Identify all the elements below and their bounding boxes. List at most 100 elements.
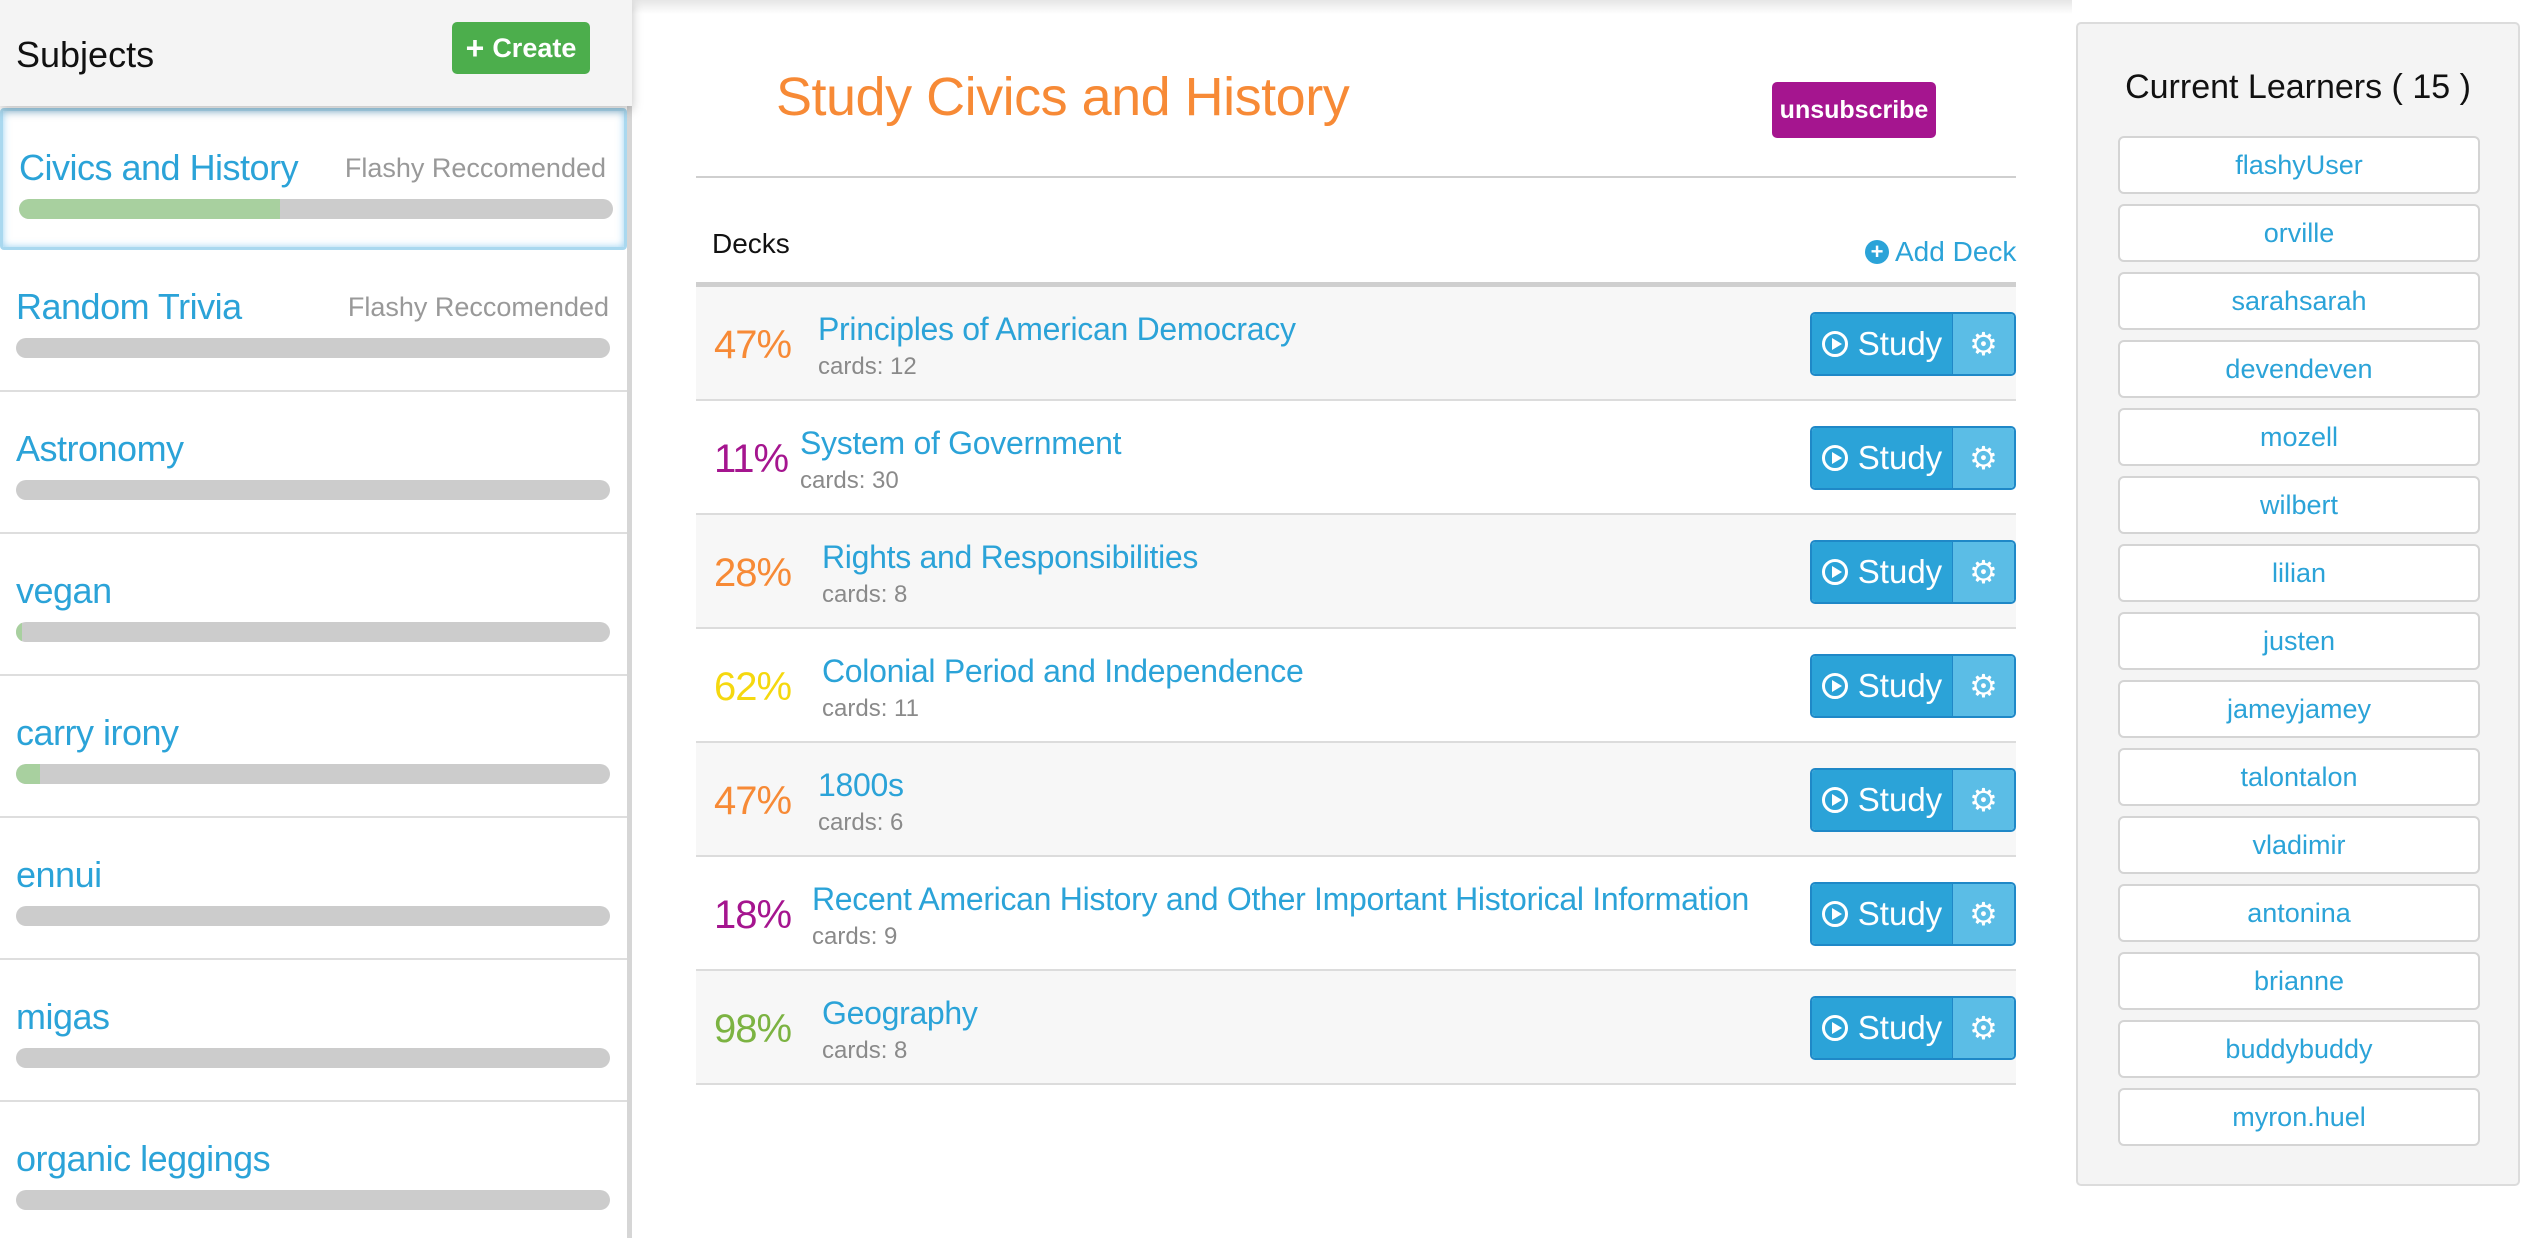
create-subject-button[interactable]: + Create bbox=[452, 22, 590, 74]
play-circle-icon bbox=[1821, 331, 1848, 357]
study-button-group: Study ⚙ bbox=[1810, 426, 2016, 490]
study-button[interactable]: Study bbox=[1812, 428, 1952, 488]
study-button[interactable]: Study bbox=[1812, 314, 1952, 374]
gear-icon: ⚙ bbox=[1969, 896, 1998, 932]
study-button-group: Study ⚙ bbox=[1810, 768, 2016, 832]
subject-tag: Flashy Reccomended bbox=[347, 292, 609, 322]
play-circle-icon bbox=[1821, 901, 1848, 927]
learner-item[interactable]: orville bbox=[2118, 204, 2480, 262]
subject-name[interactable]: vegan bbox=[16, 570, 112, 612]
subject-name[interactable]: carry irony bbox=[16, 712, 179, 754]
play-circle-icon bbox=[1821, 673, 1848, 699]
progress-fill bbox=[16, 764, 40, 784]
study-button[interactable]: Study bbox=[1812, 884, 1952, 944]
subject-name[interactable]: migas bbox=[16, 996, 110, 1038]
study-button[interactable]: Study bbox=[1812, 770, 1952, 830]
learners-title: Current Learners ( 15 ) bbox=[2125, 68, 2471, 106]
deck-name[interactable]: Recent American History and Other Import… bbox=[812, 881, 1749, 918]
gear-icon: ⚙ bbox=[1969, 668, 1998, 704]
study-label: Study bbox=[1857, 553, 1943, 590]
subject-progress-bar bbox=[16, 764, 610, 784]
deck-row: 28% Rights and Responsibilities cards: 8 St… bbox=[696, 515, 2016, 629]
deck-settings-button[interactable]: ⚙ bbox=[1952, 770, 2014, 830]
learner-item[interactable]: brianne bbox=[2118, 952, 2480, 1010]
deck-row: 47% Principles of American Democracy cards… bbox=[696, 287, 2016, 401]
subject-item[interactable]: ennui bbox=[0, 818, 627, 960]
subject-name[interactable]: Astronomy bbox=[16, 428, 184, 470]
learner-item[interactable]: buddybuddy bbox=[2118, 1020, 2480, 1078]
sidebar-title: Subjects bbox=[16, 34, 155, 75]
deck-settings-button[interactable]: ⚙ bbox=[1952, 884, 2014, 944]
learner-item[interactable]: flashyUser bbox=[2118, 136, 2480, 194]
add-deck-label: Add Deck bbox=[1895, 236, 2017, 267]
progress-fill bbox=[16, 622, 22, 642]
subject-progress-bar bbox=[16, 906, 610, 926]
gear-icon: ⚙ bbox=[1969, 554, 1998, 590]
learner-item[interactable]: justen bbox=[2118, 612, 2480, 670]
deck-name[interactable]: Principles of American Democracy bbox=[818, 311, 1296, 348]
subject-name[interactable]: organic leggings bbox=[16, 1138, 271, 1180]
learner-item[interactable]: antonina bbox=[2118, 884, 2480, 942]
deck-name[interactable]: Geography bbox=[822, 995, 978, 1032]
deck-name[interactable]: Colonial Period and Independence bbox=[822, 653, 1304, 690]
subject-progress-bar bbox=[16, 1190, 610, 1210]
deck-card-count: cards: 8 bbox=[822, 581, 908, 608]
gear-icon: ⚙ bbox=[1969, 782, 1998, 818]
subject-name[interactable]: Civics and History bbox=[19, 147, 299, 189]
study-label: Study bbox=[1857, 325, 1943, 362]
deck-card-count: cards: 8 bbox=[822, 1037, 908, 1064]
study-label: Study bbox=[1857, 667, 1943, 704]
deck-name[interactable]: 1800s bbox=[818, 767, 904, 804]
subject-item[interactable]: vegan bbox=[0, 534, 627, 676]
deck-percent: 28% bbox=[714, 551, 792, 595]
deck-settings-button[interactable]: ⚙ bbox=[1952, 314, 2014, 374]
study-label: Study bbox=[1857, 439, 1943, 476]
deck-settings-button[interactable]: ⚙ bbox=[1952, 656, 2014, 716]
subject-progress-bar bbox=[19, 199, 613, 219]
subject-name[interactable]: Random Trivia bbox=[16, 286, 242, 328]
subject-progress-bar bbox=[16, 480, 610, 500]
study-label: Study bbox=[1857, 1009, 1943, 1046]
subject-item[interactable]: Civics and History Flashy Reccomended bbox=[0, 108, 627, 250]
create-button-label: Create bbox=[492, 32, 577, 63]
study-button[interactable]: Study bbox=[1812, 998, 1952, 1058]
learner-item[interactable]: wilbert bbox=[2118, 476, 2480, 534]
add-deck-link[interactable]: + Add Deck bbox=[1865, 236, 2016, 268]
deck-row: 11% System of Government cards: 30 Study ⚙ bbox=[696, 401, 2016, 515]
play-circle-icon bbox=[1821, 787, 1848, 813]
subject-item[interactable]: Random Trivia Flashy Reccomended bbox=[0, 250, 627, 392]
study-button[interactable]: Study bbox=[1812, 656, 1952, 716]
learner-item[interactable]: jameyjamey bbox=[2118, 680, 2480, 738]
learner-item[interactable]: sarahsarah bbox=[2118, 272, 2480, 330]
learner-item[interactable]: vladimir bbox=[2118, 816, 2480, 874]
deck-settings-button[interactable]: ⚙ bbox=[1952, 998, 2014, 1058]
deck-card-count: cards: 6 bbox=[818, 809, 904, 836]
play-circle-icon bbox=[1821, 445, 1848, 471]
study-button[interactable]: Study bbox=[1812, 542, 1952, 602]
learner-item[interactable]: mozell bbox=[2118, 408, 2480, 466]
unsubscribe-button[interactable]: unsubscribe bbox=[1772, 82, 1936, 138]
deck-row: 98% Geography cards: 8 Study ⚙ bbox=[696, 971, 2016, 1085]
study-button-group: Study ⚙ bbox=[1810, 996, 2016, 1060]
subject-item[interactable]: carry irony bbox=[0, 676, 627, 818]
subject-progress-bar bbox=[16, 622, 610, 642]
deck-row: 18% Recent American History and Other Imp… bbox=[696, 857, 2016, 971]
deck-name[interactable]: Rights and Responsibilities bbox=[822, 539, 1198, 576]
deck-settings-button[interactable]: ⚙ bbox=[1952, 542, 2014, 602]
subject-item[interactable]: Astronomy bbox=[0, 392, 627, 534]
sidebar-header: Subjects + Create bbox=[0, 0, 632, 106]
deck-percent: 11% bbox=[714, 437, 789, 481]
deck-settings-button[interactable]: ⚙ bbox=[1952, 428, 2014, 488]
learner-item[interactable]: lilian bbox=[2118, 544, 2480, 602]
plus-icon: + bbox=[465, 30, 485, 66]
divider bbox=[696, 176, 2016, 178]
learner-item[interactable]: myron.huel bbox=[2118, 1088, 2480, 1146]
learner-item[interactable]: devendeven bbox=[2118, 340, 2480, 398]
deck-name[interactable]: System of Government bbox=[800, 425, 1122, 462]
subject-tag: Flashy Reccomended bbox=[344, 153, 606, 183]
learner-item[interactable]: talontalon bbox=[2118, 748, 2480, 806]
subject-item[interactable]: organic leggings bbox=[0, 1102, 627, 1238]
main-content: Study Civics and History unsubscribe Dec… bbox=[632, 0, 2072, 1238]
subject-name[interactable]: ennui bbox=[16, 854, 102, 896]
subject-item[interactable]: migas bbox=[0, 960, 627, 1102]
